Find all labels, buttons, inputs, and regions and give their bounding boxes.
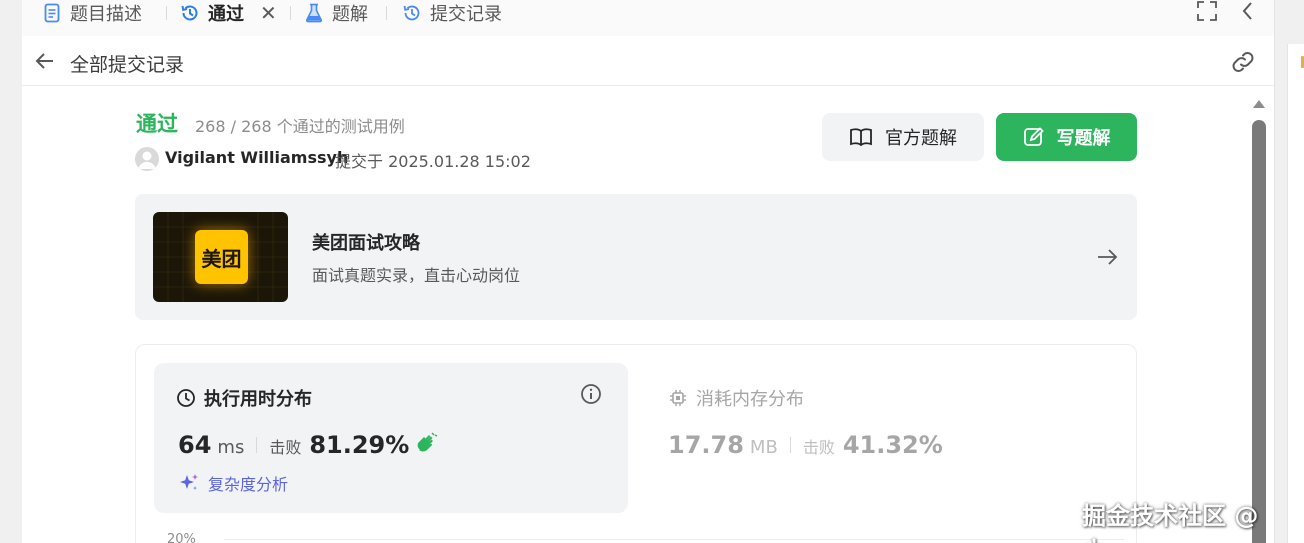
tab-submissions-label: 提交记录 bbox=[430, 4, 502, 25]
runtime-unit: ms bbox=[217, 437, 245, 458]
runtime-beat-label: 击败 bbox=[269, 438, 302, 457]
complexity-analysis-label: 复杂度分析 bbox=[208, 475, 289, 494]
metric-divider bbox=[256, 437, 258, 453]
page-title: 全部提交记录 bbox=[70, 54, 185, 76]
info-icon[interactable] bbox=[580, 383, 602, 405]
close-tab-button[interactable]: ✕ bbox=[260, 0, 277, 26]
subheader: 全部提交记录 bbox=[22, 36, 1274, 86]
right-panel-edge bbox=[1274, 0, 1304, 543]
edit-icon bbox=[1023, 126, 1045, 148]
clock-icon bbox=[176, 388, 196, 408]
banner-image: 美团 bbox=[153, 212, 288, 302]
tab-solutions-label: 题解 bbox=[332, 4, 368, 25]
memory-value: 17.78 bbox=[668, 431, 744, 459]
banner-subtitle: 面试真题实录，直击心动岗位 bbox=[312, 266, 521, 285]
official-solution-button[interactable]: 官方题解 bbox=[822, 113, 984, 161]
right-panel bbox=[1287, 44, 1304, 543]
test-cases-summary: 268 / 268 个通过的测试用例 bbox=[195, 117, 405, 136]
chevron-left-icon bbox=[1240, 0, 1254, 26]
tab-solutions[interactable]: 题解 bbox=[304, 0, 368, 26]
chip-icon bbox=[668, 388, 688, 408]
submission-status: 通过 bbox=[136, 112, 178, 136]
tab-description-label: 题目描述 bbox=[70, 4, 142, 25]
left-panel-edge bbox=[0, 0, 22, 543]
submission-panel: 题目描述 通过 ✕ 题解 提交记录 全部提交记录 通过 268 / 268 个通… bbox=[22, 0, 1274, 543]
write-solution-label: 写题解 bbox=[1056, 128, 1111, 149]
avatar[interactable] bbox=[135, 147, 159, 171]
clap-hands-icon bbox=[415, 432, 439, 458]
arrow-left-icon bbox=[35, 53, 53, 69]
memory-beat-percent: 41.32% bbox=[842, 431, 943, 459]
memory-card[interactable]: 消耗内存分布 17.78 MB 击败 41.32% bbox=[666, 363, 1126, 513]
tab-bar: 题目描述 通过 ✕ 题解 提交记录 bbox=[22, 0, 1274, 36]
runtime-beat-percent: 81.29% bbox=[309, 431, 410, 459]
back-button[interactable] bbox=[34, 50, 56, 72]
document-icon bbox=[42, 2, 62, 24]
flask-icon bbox=[304, 2, 324, 24]
runtime-value: 64 bbox=[178, 431, 212, 459]
tab-accepted-label: 通过 bbox=[208, 4, 244, 25]
history-icon bbox=[180, 2, 200, 24]
banner-title: 美团面试攻略 bbox=[312, 233, 420, 254]
meituan-logo: 美团 bbox=[195, 230, 248, 284]
performance-stats: 执行用时分布 64 ms 击败 81.29% 复杂度分析 消耗内存分布 17.7… bbox=[135, 344, 1137, 543]
write-solution-button[interactable]: 写题解 bbox=[996, 113, 1137, 161]
memory-metrics: 17.78 MB 击败 41.32% bbox=[668, 431, 943, 459]
scrollbar-thumb[interactable] bbox=[1252, 120, 1266, 543]
collapse-panel-button[interactable] bbox=[1240, 0, 1254, 26]
chart-axis-label: 20% bbox=[167, 532, 196, 543]
runtime-title: 执行用时分布 bbox=[204, 389, 312, 410]
history-icon bbox=[402, 2, 422, 24]
submitter-name[interactable]: Vigilant Williamssyh bbox=[165, 148, 348, 167]
close-icon: ✕ bbox=[260, 1, 277, 25]
tab-submissions[interactable]: 提交记录 bbox=[402, 0, 502, 26]
memory-beat-label: 击败 bbox=[802, 438, 835, 457]
tab-accepted[interactable]: 通过 bbox=[180, 0, 244, 26]
arrow-right-icon bbox=[1095, 246, 1119, 268]
link-icon bbox=[1232, 52, 1254, 72]
submission-time: 提交于 2025.01.28 15:02 bbox=[335, 152, 531, 171]
complexity-analysis-link[interactable]: 复杂度分析 bbox=[178, 471, 288, 495]
book-icon bbox=[849, 126, 873, 148]
runtime-header: 执行用时分布 bbox=[176, 385, 312, 411]
runtime-metrics: 64 ms 击败 81.29% bbox=[178, 431, 439, 459]
fullscreen-button[interactable] bbox=[1196, 0, 1218, 26]
scrollbar[interactable] bbox=[1250, 96, 1268, 543]
chart-gridline bbox=[224, 539, 1124, 540]
fullscreen-icon bbox=[1196, 0, 1218, 26]
memory-header: 消耗内存分布 bbox=[668, 385, 804, 411]
memory-unit: MB bbox=[749, 437, 778, 458]
tab-divider bbox=[386, 6, 387, 20]
tab-divider bbox=[166, 6, 167, 20]
scroll-up-arrow[interactable] bbox=[1253, 100, 1265, 108]
official-solution-label: 官方题解 bbox=[885, 128, 957, 149]
metric-divider bbox=[789, 437, 791, 453]
promo-banner[interactable]: 美团 美团面试攻略 面试真题实录，直击心动岗位 bbox=[135, 194, 1137, 320]
copy-link-button[interactable] bbox=[1230, 50, 1256, 74]
tab-description[interactable]: 题目描述 bbox=[42, 0, 142, 26]
runtime-card[interactable]: 执行用时分布 64 ms 击败 81.29% 复杂度分析 bbox=[154, 363, 628, 513]
tab-divider bbox=[290, 6, 291, 20]
memory-title: 消耗内存分布 bbox=[696, 389, 804, 410]
watermark: 掘金技术社区 @ 小u bbox=[1082, 502, 1259, 543]
sparkle-icon bbox=[178, 472, 200, 494]
